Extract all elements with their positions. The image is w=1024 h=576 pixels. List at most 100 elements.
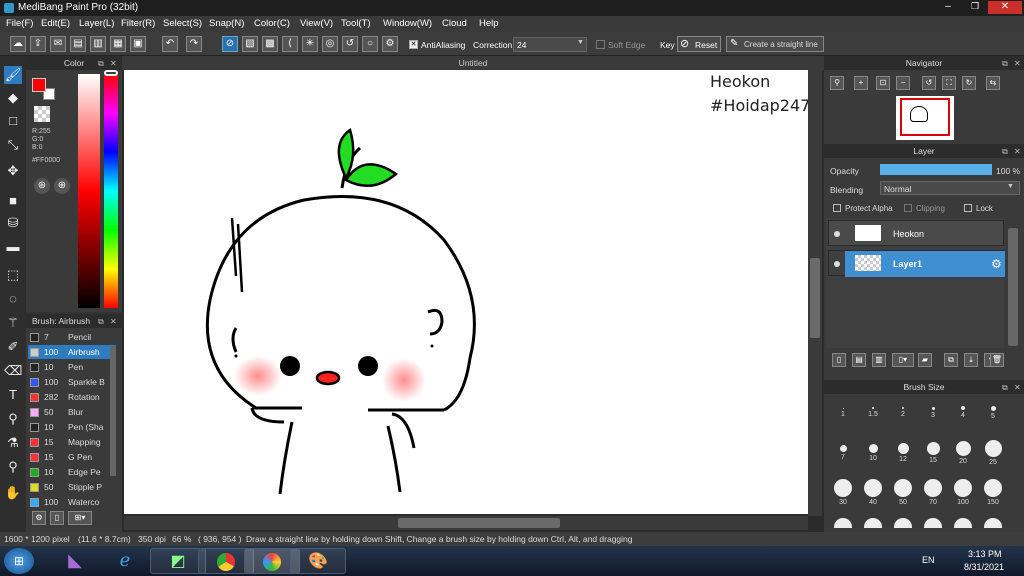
horizontal-scrollbar[interactable] (124, 516, 808, 530)
close-icon[interactable]: ✕ (1014, 383, 1021, 392)
menu-item[interactable]: Select(S) (163, 18, 202, 29)
brush-list-item[interactable]: 50 Stipple P (28, 480, 116, 494)
rotate-left-icon[interactable]: ↺ (922, 76, 936, 90)
grid-snap-icon[interactable]: ▩ (262, 36, 278, 52)
transparent-swatch[interactable] (34, 106, 50, 122)
brush-list-item[interactable]: 50 Blur (28, 405, 116, 419)
close-button[interactable]: ✕ (988, 1, 1022, 14)
menu-item[interactable]: Filter(R) (121, 18, 155, 29)
brush-list-item[interactable]: 282 Rotation (28, 390, 116, 404)
popout-icon[interactable]: ⧉ (98, 317, 104, 327)
restore-button[interactable]: ❐ (962, 1, 988, 14)
hue-slider[interactable] (104, 74, 118, 308)
add-layer-dropdown-icon[interactable]: ▯▾ (892, 353, 914, 367)
minimize-button[interactable]: – (934, 1, 962, 14)
straight-line-button[interactable]: ✎ Create a straight line (726, 36, 824, 52)
hue-slider-handle[interactable] (104, 70, 118, 76)
dot-tool-icon[interactable]: ⤡ (4, 136, 22, 154)
menu-item[interactable]: Edit(E) (41, 18, 70, 29)
opacity-slider[interactable] (880, 164, 992, 175)
select-eraser-icon[interactable]: ⌫ (4, 362, 22, 380)
flip-icon[interactable]: ⇆ (986, 76, 1000, 90)
brush-size-option[interactable]: 1 (828, 398, 858, 424)
eye-icon[interactable] (834, 261, 840, 267)
chat-icon[interactable]: ✉ (50, 36, 66, 52)
brush-size-option[interactable]: 4 (948, 398, 978, 424)
language-indicator[interactable]: EN (922, 555, 935, 565)
layer-name[interactable]: Heokon (893, 221, 924, 247)
correction-select[interactable]: 24 ▼ (513, 37, 587, 52)
brush-list-item[interactable]: 10 Pen (Sha (28, 420, 116, 434)
layer-row-selected[interactable]: Layer1 ⚙ (828, 250, 1005, 277)
brush-list-item[interactable]: 100 Airbrush (28, 345, 116, 359)
rotate-right-icon[interactable]: ↻ (962, 76, 976, 90)
brush-settings-icon[interactable]: ⚙ (32, 511, 46, 525)
brush-list-item[interactable]: 10 Edge Pe (28, 465, 116, 479)
new-halftone-layer-icon[interactable]: ▤ (852, 353, 866, 367)
parallel-snap-icon[interactable]: ▧ (242, 36, 258, 52)
vertical-scrollbar[interactable] (808, 70, 822, 516)
brush-list-item[interactable]: 15 G Pen (28, 450, 116, 464)
brush-list-item[interactable]: 100 Waterco (28, 495, 116, 509)
drawing-canvas[interactable]: Heokon #Hoidap247 (124, 70, 810, 514)
magic-wand-icon[interactable]: ⚚ (4, 314, 22, 332)
zoom-out-icon[interactable]: − (896, 76, 910, 90)
hand-tool-icon[interactable]: ✋ (4, 484, 22, 502)
brush-size-option[interactable]: 150 (978, 478, 1008, 506)
new-layer-icon[interactable]: ▯ (832, 353, 846, 367)
navigator-preview[interactable] (896, 96, 954, 140)
layer-settings-icon[interactable]: ⚙ (991, 251, 1002, 277)
menu-item[interactable]: Color(C) (254, 18, 290, 29)
soft-edge-checkbox[interactable] (596, 40, 605, 49)
brush-size-option[interactable]: 25 (978, 438, 1008, 466)
menu-item[interactable]: Cloud (442, 18, 467, 29)
clock-time[interactable]: 3:13 PM (968, 549, 1002, 559)
start-button[interactable]: ⊞ (4, 548, 34, 574)
brush-size-option[interactable]: 50 (888, 478, 918, 506)
text-tool-icon[interactable]: T (4, 386, 22, 404)
eye-icon[interactable] (834, 231, 840, 237)
antialiasing-checkbox[interactable]: ✕ (409, 40, 418, 49)
lasso-icon[interactable]: ◌ (4, 290, 22, 308)
print-icon[interactable]: ▣ (130, 36, 146, 52)
snap-off-icon[interactable]: ⊘ (222, 36, 238, 52)
color-history-icon[interactable]: ⊕ (54, 178, 70, 194)
visual-studio-icon[interactable]: ◣ (62, 550, 88, 572)
zoom-tool-icon[interactable]: ⚲ (4, 458, 22, 476)
brush-list-item[interactable]: 10 Pen (28, 360, 116, 374)
zoom-fit-icon[interactable]: ⚲ (830, 76, 844, 90)
blending-select[interactable]: Normal ▼ (880, 181, 1020, 195)
brush-list-item[interactable]: 100 Sparkle B (28, 375, 116, 389)
brush-list-scrollbar[interactable] (110, 346, 116, 476)
menu-item[interactable]: Window(W) (383, 18, 432, 29)
gradient-tool-icon[interactable]: ▬ (4, 238, 22, 256)
brush-size-option[interactable]: 30 (828, 478, 858, 506)
document-tab[interactable]: Untitled (122, 56, 824, 70)
radial-snap-icon[interactable]: ✳ (302, 36, 318, 52)
actual-size-icon[interactable]: ⊡ (876, 76, 890, 90)
new-8bit-layer-icon[interactable]: ▥ (872, 353, 886, 367)
merge-down-icon[interactable]: ⤓ (964, 353, 978, 367)
brush-size-option[interactable]: 7 (828, 438, 858, 464)
close-icon[interactable]: ✕ (110, 317, 117, 326)
popout-icon[interactable]: ⧉ (1002, 147, 1008, 157)
menu-item[interactable]: Snap(N) (209, 18, 244, 29)
zoom-in-icon[interactable]: + (854, 76, 868, 90)
layers-icon[interactable]: ▦ (110, 36, 126, 52)
protect-alpha-checkbox[interactable] (833, 204, 841, 212)
share-icon[interactable]: ⇪ (30, 36, 46, 52)
brush-size-option[interactable]: 1.5 (858, 398, 888, 424)
brush-list-item[interactable]: 15 Mapping (28, 435, 116, 449)
close-icon[interactable]: ✕ (1014, 59, 1021, 68)
brush-size-option[interactable]: 40 (858, 478, 888, 506)
menu-item[interactable]: File(F) (6, 18, 33, 29)
new-brush-icon[interactable]: ▯ (50, 511, 64, 525)
settings-icon[interactable]: ⚙ (382, 36, 398, 52)
brush-size-option[interactable]: 3 (918, 398, 948, 424)
brush-size-option[interactable]: 12 (888, 438, 918, 464)
operation-tool-icon[interactable]: ⚲ (4, 410, 22, 428)
brush-list-item[interactable]: 7 Pencil (28, 330, 116, 344)
concentric-snap-icon[interactable]: ◎ (322, 36, 338, 52)
brush-tool-icon[interactable]: 🖌 (4, 66, 22, 84)
brush-size-option[interactable]: 100 (948, 478, 978, 506)
